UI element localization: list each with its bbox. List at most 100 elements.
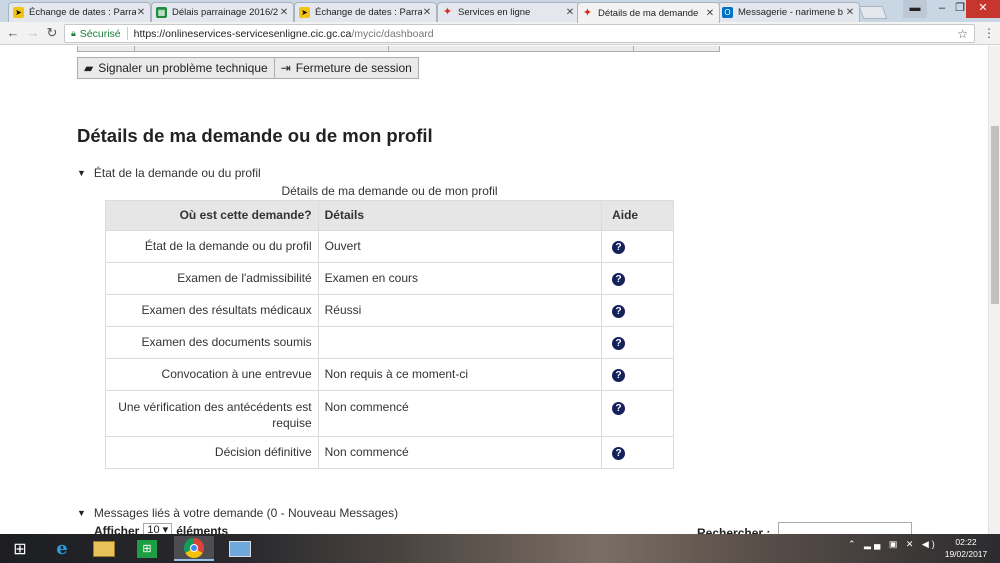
- browser-tab-4[interactable]: ✦ Services en ligne ✕: [437, 2, 580, 22]
- close-icon[interactable]: ✕: [136, 7, 146, 18]
- help-icon[interactable]: ?: [612, 337, 626, 350]
- yellow-forum-icon: ➤: [13, 7, 24, 18]
- help-icon[interactable]: ?: [612, 369, 626, 382]
- browser-tab-5-active[interactable]: ✦ Détails de ma demande ✕: [577, 2, 720, 23]
- secure-label: Sécurisé: [79, 27, 121, 40]
- messages-section-toggle[interactable]: ▼ Messages liés à votre demande (0 - Nou…: [77, 506, 398, 520]
- help-cell: ?: [601, 390, 674, 437]
- nav-button-partial[interactable]: [135, 46, 389, 52]
- row-details: Non commencé: [317, 436, 603, 469]
- row-details: Non commencé: [317, 390, 603, 437]
- tab-title: Messagerie - narimene b: [738, 7, 844, 18]
- table-row: État de la demande ou du profil Ouvert ?: [105, 230, 674, 263]
- table-row: Examen des résultats médicaux Réussi ?: [105, 294, 674, 327]
- windows-taskbar: ⊞ e ⊞ ⌃ ▂▄ ▣ ✕ ◀) 02:22 19/02/2017: [0, 534, 1000, 563]
- close-icon[interactable]: ✕: [422, 7, 432, 18]
- scrollbar-thumb[interactable]: [991, 126, 999, 304]
- triangle-down-icon: ▼: [77, 168, 86, 178]
- page-viewport: ▰ Signaler un problème technique ⇥ Ferme…: [0, 46, 988, 534]
- nav-button-partial[interactable]: [77, 46, 135, 52]
- row-details: [317, 326, 603, 359]
- help-cell: ?: [601, 294, 674, 327]
- status-section-toggle[interactable]: ▼ État de la demande ou du profil: [77, 166, 261, 180]
- chrome-icon[interactable]: [174, 536, 214, 561]
- nav-button-partial[interactable]: [389, 46, 634, 52]
- help-cell: ?: [601, 262, 674, 295]
- close-icon[interactable]: ✕: [705, 8, 715, 19]
- reload-icon[interactable]: ↻: [45, 25, 59, 41]
- page-size-control: Afficher 10 ▾ éléments: [94, 523, 228, 534]
- browser-tab-3[interactable]: ➤ Échange de dates : Parra ✕: [294, 2, 437, 22]
- page-size-value: 10: [147, 524, 160, 534]
- report-problem-button[interactable]: ▰ Signaler un problème technique: [77, 57, 275, 79]
- yellow-forum-icon: ➤: [299, 7, 310, 18]
- logout-button[interactable]: ⇥ Fermeture de session: [274, 57, 419, 79]
- forward-arrow-icon[interactable]: →: [26, 25, 40, 41]
- row-item: Examen des documents soumis: [105, 326, 319, 359]
- close-window-icon[interactable]: ✕: [966, 0, 1000, 18]
- table-row: Examen de l'admissibilité Examen en cour…: [105, 262, 674, 295]
- status-table: Où est cette demande? Détails Aide État …: [105, 200, 674, 469]
- url-path: /mycic/dashboard: [351, 27, 434, 40]
- column-header: Aide: [601, 200, 674, 231]
- page-size-select[interactable]: 10 ▾: [143, 523, 173, 534]
- row-details: Examen en cours: [317, 262, 603, 295]
- file-explorer-icon[interactable]: [84, 536, 124, 561]
- internet-explorer-icon[interactable]: e: [42, 536, 82, 561]
- taskbar-clock[interactable]: 02:22 19/02/2017: [938, 536, 994, 560]
- browser-menu-icon[interactable]: ⋮: [983, 26, 995, 40]
- messages-section-label: Messages liés à votre demande (0 - Nouve…: [93, 506, 399, 520]
- maple-leaf-icon: ✦: [442, 6, 453, 18]
- system-tray-icons[interactable]: ⌃ ▂▄ ▣ ✕ ◀): [848, 539, 938, 550]
- help-icon[interactable]: ?: [612, 305, 626, 318]
- action-buttons: ▰ Signaler un problème technique ⇥ Ferme…: [77, 57, 419, 79]
- nav-button-partial[interactable]: [634, 46, 720, 52]
- new-tab-button[interactable]: [858, 6, 888, 19]
- clock-time: 02:22: [955, 537, 977, 547]
- page-title: Détails de ma demande ou de mon profil: [77, 125, 433, 146]
- user-profile-icon[interactable]: ▬: [903, 0, 927, 18]
- table-caption: Détails de ma demande ou de mon profil: [281, 184, 498, 198]
- row-item: Décision définitive: [105, 436, 319, 469]
- browser-tab-1[interactable]: ➤ Échange de dates : Parra ✕: [8, 2, 151, 22]
- help-cell: ?: [601, 326, 674, 359]
- tab-title: Échange de dates : Parra: [315, 7, 422, 18]
- close-icon[interactable]: ✕: [279, 7, 289, 18]
- search-input[interactable]: [778, 522, 912, 534]
- browser-tab-strip: ➤ Échange de dates : Parra ✕ ▦ Délais pa…: [0, 0, 1000, 23]
- sheets-icon: ▦: [156, 7, 167, 18]
- windows-start-icon[interactable]: ⊞: [0, 536, 40, 561]
- store-icon[interactable]: ⊞: [127, 536, 167, 561]
- help-icon[interactable]: ?: [612, 241, 626, 254]
- help-icon[interactable]: ?: [612, 273, 626, 286]
- page-scrollbar[interactable]: [988, 46, 1000, 534]
- table-row: Convocation à une entrevue Non requis à …: [105, 358, 674, 391]
- help-icon[interactable]: ?: [612, 402, 626, 415]
- row-item: Examen des résultats médicaux: [105, 294, 319, 327]
- clock-date: 19/02/2017: [944, 549, 988, 559]
- close-icon[interactable]: ✕: [845, 7, 855, 18]
- close-icon[interactable]: ✕: [565, 7, 575, 18]
- row-item: Convocation à une entrevue: [105, 358, 319, 391]
- search-label: Rechercher :: [697, 526, 771, 534]
- browser-tab-6[interactable]: O Messagerie - narimene b ✕: [717, 2, 860, 22]
- help-icon[interactable]: ?: [612, 447, 626, 460]
- bookmark-star-icon[interactable]: ☆: [957, 27, 968, 41]
- divider: [126, 27, 128, 40]
- address-bar[interactable]: 🔒︎ Sécurisé https://onlineservices-servi…: [64, 24, 975, 43]
- tab-title: Détails de ma demande: [598, 7, 699, 19]
- lock-icon: 🔒︎: [71, 28, 76, 38]
- photos-icon[interactable]: [220, 536, 260, 561]
- browser-tab-2[interactable]: ▦ Délais parrainage 2016/2 ✕: [151, 2, 294, 22]
- back-arrow-icon[interactable]: ←: [6, 25, 20, 41]
- maple-leaf-icon: ✦: [582, 6, 593, 19]
- report-problem-label: Signaler un problème technique: [98, 61, 268, 75]
- table-row: Une vérification des antécédents est req…: [105, 390, 674, 437]
- outlook-icon: O: [722, 7, 733, 18]
- column-header: Détails: [317, 200, 603, 231]
- tab-title: Délais parrainage 2016/2: [172, 7, 279, 18]
- table-header-row: Où est cette demande? Détails Aide: [105, 200, 674, 231]
- url-host: https://onlineservices-servicesenligne.c…: [133, 27, 352, 40]
- tab-title: Échange de dates : Parra: [29, 7, 136, 18]
- browser-toolbar: ← → ↻ 🔒︎ Sécurisé https://onlineservices…: [0, 22, 1000, 45]
